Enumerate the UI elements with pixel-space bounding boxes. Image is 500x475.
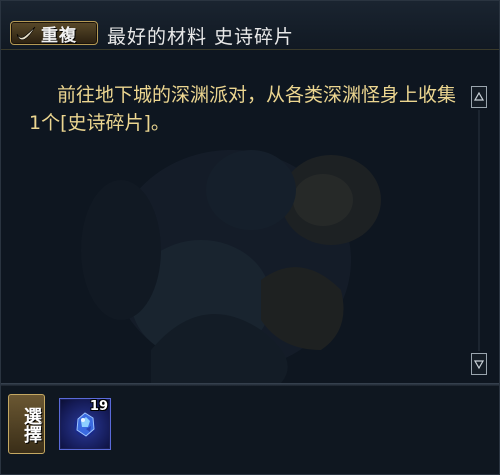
up-arrow-icon: [473, 91, 485, 101]
quest-description: 前往地下城的深渊派对，从各类深渊怪身上收集1个[史诗碎片]。: [29, 84, 457, 134]
quest-title: 最好的材料 史诗碎片: [107, 26, 295, 48]
swoosh-icon: [16, 26, 36, 41]
scroll-up-button[interactable]: [471, 86, 487, 108]
scroll-down-button[interactable]: [471, 353, 487, 375]
repeat-label: 重複: [41, 25, 77, 46]
quest-description-panel[interactable]: 前往地下城的深渊派对，从各类深渊怪身上收集1个[史诗碎片]。: [1, 50, 499, 383]
quest-header: 重複 最好的材料 史诗碎片: [1, 1, 499, 50]
reward-item-slot[interactable]: 19: [59, 398, 111, 450]
reward-bar: 選擇 19: [1, 386, 499, 474]
down-arrow-icon: [473, 360, 485, 370]
choose-reward-button[interactable]: 選擇: [8, 394, 45, 454]
repeat-quest-badge: 重複: [10, 21, 98, 46]
scrollbar-track[interactable]: [478, 110, 480, 351]
reward-count: 19: [89, 399, 108, 414]
quest-window: 重複 最好的材料 史诗碎片 前往地下城的深渊派对，从各类深渊怪身上收集1个[史诗…: [0, 0, 500, 475]
